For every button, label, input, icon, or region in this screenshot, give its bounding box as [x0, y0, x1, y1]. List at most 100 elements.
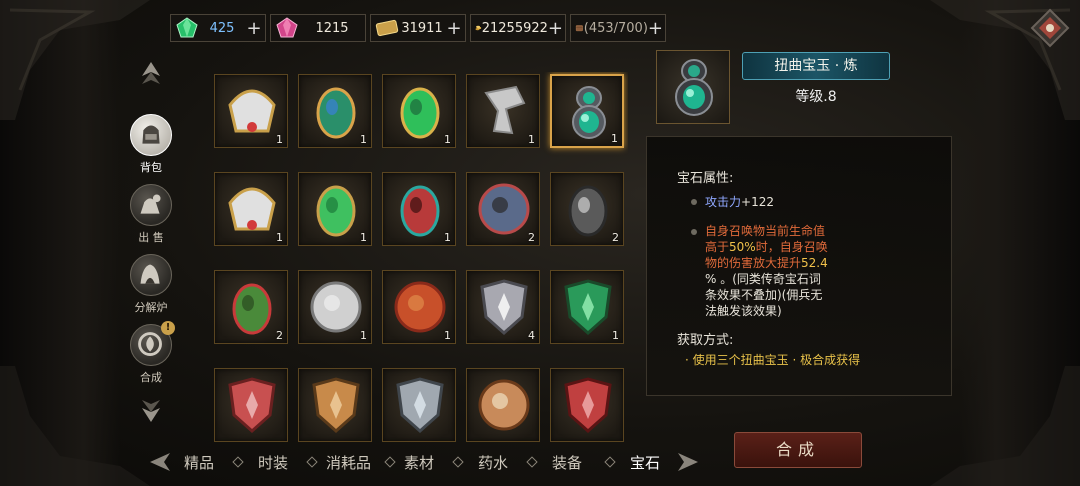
obtain-heading: 获取方式: — [677, 333, 734, 348]
mossy-ruby-gem-icon — [232, 283, 272, 335]
gold-crest-gem-icon — [228, 89, 276, 133]
obtain-method-text: · 使用三个扭曲宝玉 · 极合成获得 — [685, 353, 861, 367]
inventory-slot[interactable]: 1 — [298, 270, 372, 344]
effect-line: 条效果不叠加)(佣兵无 — [705, 288, 823, 302]
currency-value: 21255922 — [481, 20, 548, 36]
inventory-slot[interactable]: 2 — [214, 270, 288, 344]
inventory-slot[interactable]: 1 — [298, 74, 372, 148]
inventory-slot[interactable]: 1 — [466, 74, 540, 148]
effect-line: 自身召唤物当前生命值 — [705, 224, 826, 238]
inventory-grid: 1 1 1 1 1 1 1 1 2 2 2 1 1 4 1 — [212, 72, 628, 442]
inventory-slot[interactable]: 1 — [550, 74, 624, 148]
inventory-slot[interactable]: 1 — [550, 270, 624, 344]
item-quantity: 1 — [360, 231, 367, 244]
currency-green-gem: 425 + — [170, 14, 266, 42]
item-quantity: 2 — [612, 231, 619, 244]
tab-potions[interactable]: 药水 — [478, 452, 508, 473]
gold-coins-icon — [475, 25, 482, 31]
item-quantity: 1 — [528, 133, 535, 146]
currency-value: (453/700) — [583, 20, 648, 36]
item-info-panel: 宝石属性: 攻击力+122 自身召唤物当前生命值 高于50%时，自身召唤 物的伤… — [646, 136, 952, 396]
item-quantity: 1 — [612, 329, 619, 342]
inventory-slot[interactable] — [298, 368, 372, 442]
bullet-icon — [691, 229, 697, 235]
inventory-slot[interactable]: 1 — [214, 172, 288, 246]
tab-gems[interactable]: 宝石 — [630, 452, 660, 473]
rainbow-leaf-gem-icon — [316, 87, 356, 139]
gold-crest-gem-icon — [228, 187, 276, 231]
tab-separator — [604, 456, 616, 468]
settings-gear-icon[interactable] — [1030, 8, 1070, 48]
tab-consumables[interactable]: 消耗品 — [326, 452, 371, 473]
tab-separator — [384, 456, 396, 468]
inventory-slot[interactable]: 1 — [382, 172, 456, 246]
effect-line: % 。(同类传奇宝石词 — [705, 272, 821, 286]
tab-materials[interactable]: 素材 — [404, 452, 434, 473]
inventory-slot[interactable]: 2 — [466, 172, 540, 246]
tab-premium[interactable]: 精品 — [184, 452, 214, 473]
side-tab-label: 分解炉 — [134, 301, 168, 314]
side-tab-furnace[interactable]: 分解炉 — [128, 254, 174, 315]
green-gem-icon — [176, 17, 198, 38]
corner-ornament-icon — [930, 366, 1080, 486]
item-quantity: 1 — [360, 329, 367, 342]
add-currency-button[interactable]: + — [245, 18, 263, 39]
effect-line: 物的伤害放大提升52.4 — [705, 256, 828, 270]
item-quantity: 1 — [276, 133, 283, 146]
special-effect-text: 自身召唤物当前生命值 高于50%时，自身召唤 物的伤害放大提升52.4 % 。(… — [705, 223, 855, 319]
item-quantity: 1 — [444, 329, 451, 342]
tab-separator — [452, 456, 464, 468]
selected-item-preview — [656, 50, 730, 124]
scroll-down-arrow-icon[interactable] — [140, 398, 162, 424]
tab-left-arrow-icon[interactable] — [148, 450, 172, 474]
tab-equipment[interactable]: 装备 — [552, 452, 582, 473]
side-tab-backpack[interactable]: 背包 — [128, 114, 174, 175]
inventory-slot[interactable] — [550, 368, 624, 442]
red-teal-gem-icon — [400, 185, 440, 237]
inventory-slot[interactable] — [382, 368, 456, 442]
currency-value: 1215 — [315, 20, 349, 36]
attribute-name: 攻击力 — [705, 195, 742, 209]
item-quantity: 2 — [276, 329, 283, 342]
inventory-slot[interactable]: 1 — [214, 74, 288, 148]
attribute-line: 攻击力+122 — [705, 193, 774, 210]
side-tab-sell[interactable]: 出 售 — [128, 184, 174, 245]
item-quantity: 1 — [360, 133, 367, 146]
add-currency-button[interactable]: + — [548, 18, 563, 39]
effect-line: 法触发该效果) — [705, 304, 782, 318]
inventory-slot[interactable]: 2 — [550, 172, 624, 246]
item-quantity: 2 — [528, 231, 535, 244]
add-currency-button[interactable]: + — [648, 18, 663, 39]
side-tab-synthesis[interactable]: ! 合成 — [128, 321, 175, 385]
inventory-slot[interactable] — [214, 368, 288, 442]
tab-right-arrow-icon[interactable] — [676, 450, 700, 474]
white-rune-shield-gem-icon — [480, 279, 528, 335]
inventory-slot[interactable]: 1 — [382, 74, 456, 148]
inventory-slot[interactable]: 1 — [298, 172, 372, 246]
inventory-slot[interactable]: 1 — [382, 270, 456, 344]
bullet-icon — [691, 199, 697, 205]
green-rune-shield-gem-icon — [564, 279, 612, 335]
side-tab-label: 合成 — [140, 371, 162, 384]
currency-bag-capacity: (453/700) + — [570, 14, 666, 42]
item-quantity: 1 — [444, 133, 451, 146]
scroll-up-arrow-icon[interactable] — [140, 60, 162, 86]
inventory-slot[interactable] — [466, 368, 540, 442]
tab-fashion[interactable]: 时装 — [258, 452, 288, 473]
corner-ornament-icon — [0, 0, 150, 120]
twisted-jade-gem-icon — [572, 86, 606, 139]
dark-rock-gem-icon — [568, 185, 608, 237]
green-leaf-gem-icon — [316, 185, 356, 237]
red-rune-shield-gem-icon — [228, 377, 276, 433]
lattice-stone-gem-icon — [310, 281, 362, 333]
currency-ticket: 31911 + — [370, 14, 466, 42]
chained-orb-gem-icon — [478, 183, 530, 235]
side-tab-label: 出 售 — [138, 231, 164, 244]
bronze-sun-gem-icon — [478, 379, 530, 431]
craft-button[interactable]: 合成 — [734, 432, 862, 468]
item-quantity: 1 — [276, 231, 283, 244]
inventory-slot[interactable]: 4 — [466, 270, 540, 344]
item-name-banner: 扭曲宝玉 · 炼 — [742, 52, 890, 80]
currency-gold: 21255922 + — [470, 14, 566, 42]
add-currency-button[interactable]: + — [445, 18, 463, 39]
